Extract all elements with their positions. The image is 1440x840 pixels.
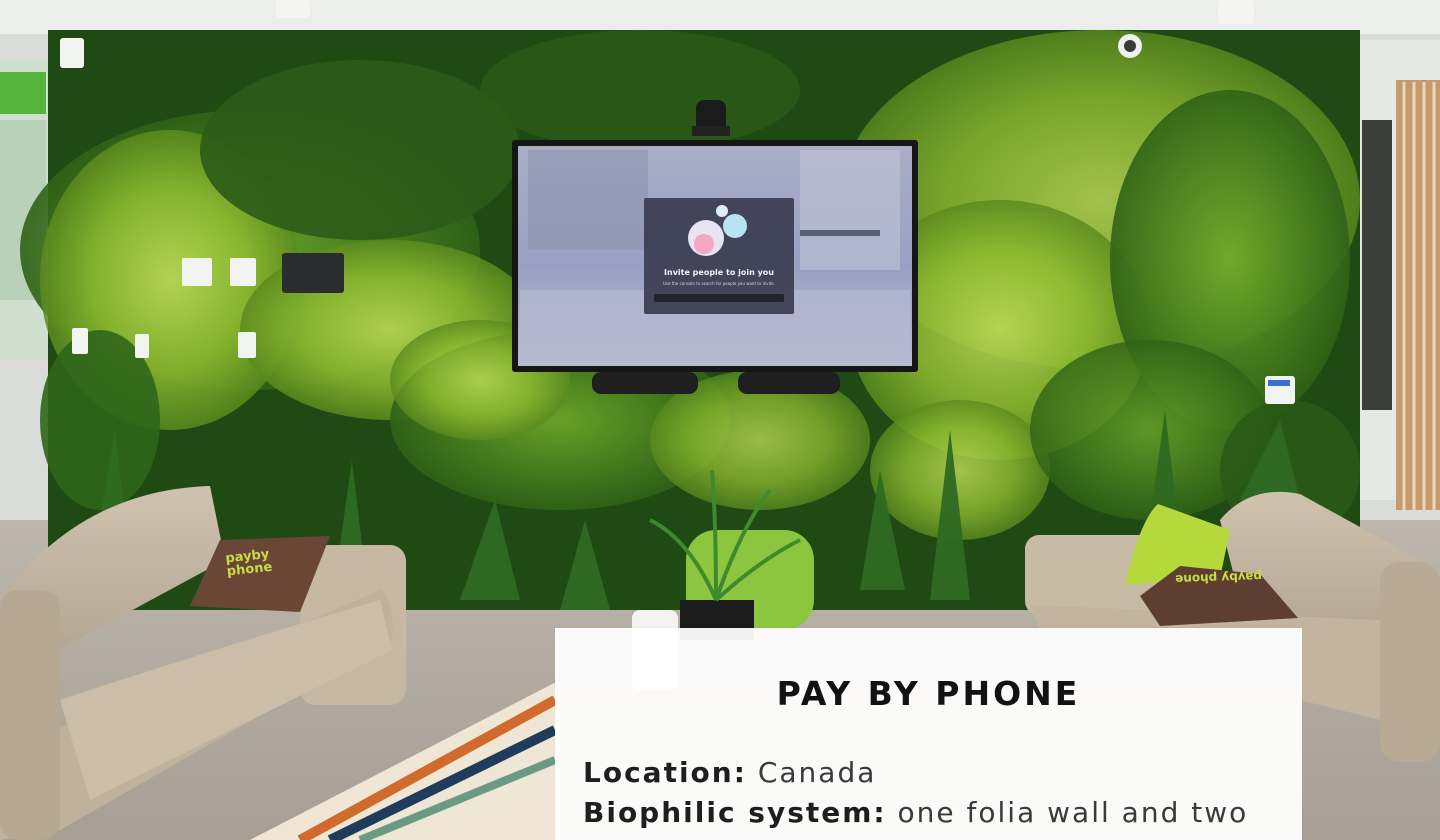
location-row: Location: Canada	[583, 756, 1282, 789]
right-pillow-logo: payby phone	[1174, 569, 1263, 587]
location-label: Location:	[583, 756, 747, 789]
project-title: PAY BY PHONE	[776, 674, 1081, 713]
tv-invite-heading: Invite people to join you	[664, 268, 774, 277]
biophilic-system-row: Biophilic system: one folia wall and two	[583, 796, 1282, 829]
office-lounge-photo: Invite people to join you Use the consol…	[0, 0, 1440, 840]
biophilic-system-label: Biophilic system:	[583, 796, 887, 829]
biophilic-system-value: one folia wall and two	[897, 796, 1249, 829]
location-value: Canada	[757, 756, 877, 789]
television	[512, 100, 918, 394]
project-info-card: PAY BY PHONE Location: Canada Biophilic …	[555, 628, 1302, 840]
tv-invite-subtext: Use the console to search for people you…	[662, 281, 775, 286]
